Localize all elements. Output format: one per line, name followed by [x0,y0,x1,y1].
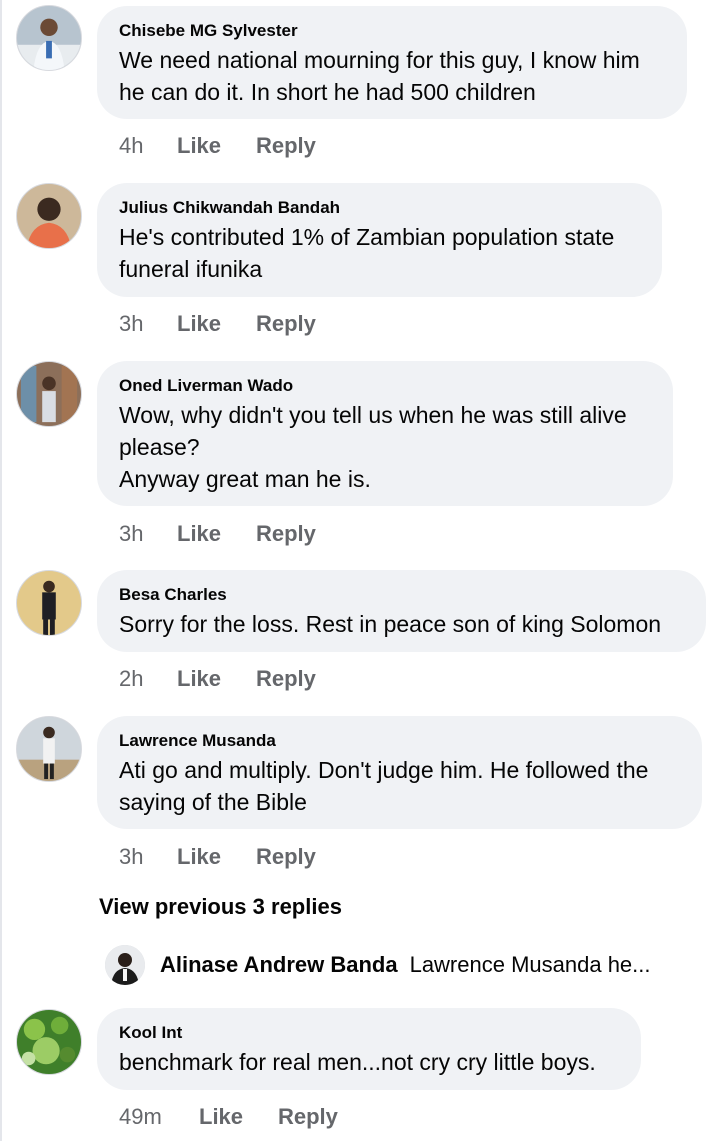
comment-time[interactable]: 3h [119,311,177,337]
reply-preview-author[interactable]: Alinase Andrew Banda [160,952,398,978]
view-previous-replies-link[interactable]: View previous 3 replies [99,894,342,920]
comment-time[interactable]: 3h [119,844,177,870]
comment-actions: 3h Like Reply [119,311,316,337]
reply-button[interactable]: Reply [256,666,316,692]
comment-text: Sorry for the loss. Rest in peace son of… [119,611,662,637]
comment-bubble: Chisebe MG Sylvester We need national mo… [97,6,687,119]
reply-button[interactable]: Reply [256,844,316,870]
like-button[interactable]: Like [199,1104,278,1130]
avatar[interactable] [16,570,82,636]
comment-time[interactable]: 3h [119,521,177,547]
comment-text: Ati go and multiply. Don't judge him. He… [119,757,649,815]
like-button[interactable]: Like [177,311,256,337]
comment-time[interactable]: 2h [119,666,177,692]
comment-actions: 49m Like Reply [119,1104,338,1130]
comment-actions: 4h Like Reply [119,133,316,159]
comment-bubble: Besa Charles Sorry for the loss. Rest in… [97,570,706,652]
reply-preview[interactable]: Alinase Andrew Banda Lawrence Musanda he… [105,944,705,986]
comment-time[interactable]: 49m [119,1104,199,1130]
avatar[interactable] [16,361,82,427]
avatar[interactable] [16,716,82,782]
comment-text: He's contributed 1% of Zambian populatio… [119,224,615,282]
comment-author[interactable]: Oned Liverman Wado [119,375,651,397]
comment-author[interactable]: Chisebe MG Sylvester [119,20,665,42]
comment-author[interactable]: Julius Chikwandah Bandah [119,197,640,219]
comment-text: We need national mourning for this guy, … [119,47,640,105]
comment-author[interactable]: Besa Charles [119,584,684,606]
comment-bubble: Lawrence Musanda Ati go and multiply. Do… [97,716,702,829]
comment-actions: 2h Like Reply [119,666,316,692]
like-button[interactable]: Like [177,666,256,692]
like-button[interactable]: Like [177,844,256,870]
avatar[interactable] [16,183,82,249]
comment-text: Wow, why didn't you tell us when he was … [119,402,627,492]
comment-actions: 3h Like Reply [119,844,316,870]
avatar[interactable] [16,1009,82,1075]
reply-button[interactable]: Reply [256,133,316,159]
avatar[interactable] [105,945,145,985]
comment-bubble: Julius Chikwandah Bandah He's contribute… [97,183,662,297]
comment-author[interactable]: Lawrence Musanda [119,730,680,752]
reply-button[interactable]: Reply [256,311,316,337]
comment-author[interactable]: Kool Int [119,1022,619,1044]
comment-text: benchmark for real men...not cry cry lit… [119,1049,596,1075]
like-button[interactable]: Like [177,133,256,159]
reply-preview-text: Lawrence Musanda he... [409,952,651,977]
avatar[interactable] [16,5,82,71]
reply-button[interactable]: Reply [256,521,316,547]
comment-time[interactable]: 4h [119,133,177,159]
like-button[interactable]: Like [177,521,256,547]
comment-bubble: Oned Liverman Wado Wow, why didn't you t… [97,361,673,506]
comment-actions: 3h Like Reply [119,521,316,547]
reply-button[interactable]: Reply [278,1104,338,1130]
thread-line [0,0,2,1141]
comment-bubble: Kool Int benchmark for real men...not cr… [97,1008,641,1090]
